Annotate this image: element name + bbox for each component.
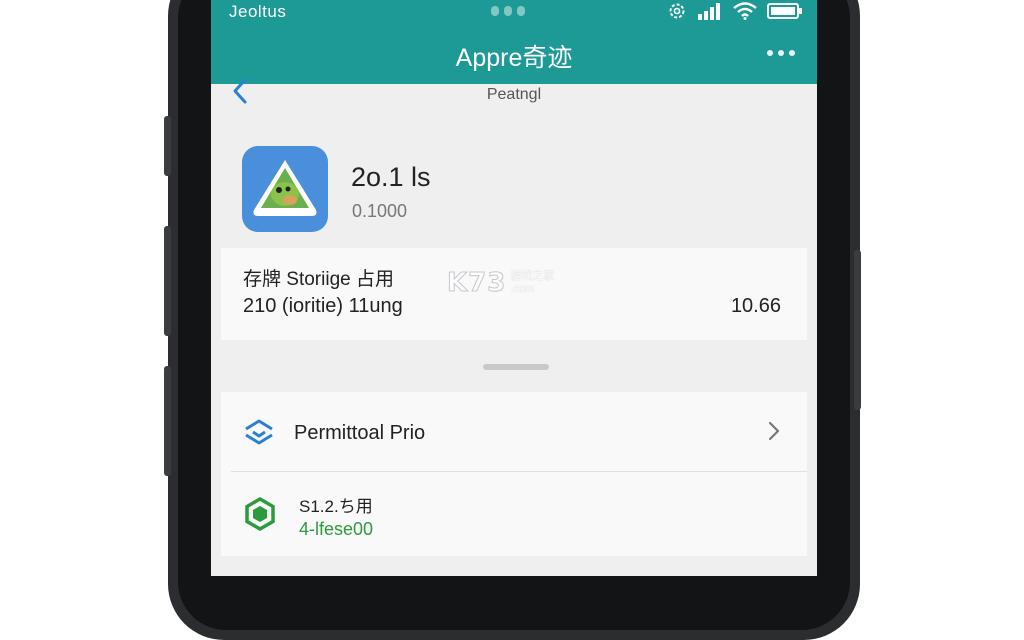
chevron-right-icon (768, 421, 780, 441)
phone-screen: Jeoltus Appre奇迹 Peatngl 2o.1 ls 0.1000 存… (211, 0, 817, 576)
list-divider (231, 471, 807, 472)
permissions-label: Permittoal Prio (294, 422, 426, 444)
status-carrier: Jeoltus (229, 2, 287, 21)
wifi-icon (733, 2, 757, 20)
list-item-permissions[interactable]: Permittoal Prio (221, 392, 807, 472)
volume-down-button-hw (164, 226, 171, 336)
usage-subtitle: 4-lfese00 (299, 519, 374, 539)
app-name: 2o.1 ls (351, 162, 431, 192)
signal-icon (698, 3, 720, 20)
storage-value: 10.66 (730, 295, 781, 317)
more-options-icon[interactable] (767, 50, 795, 56)
watermark: K73 游戏之家 .com (446, 268, 555, 299)
power-button-hw (854, 250, 861, 410)
app-version: 0.1000 (352, 201, 408, 221)
volume-up-button-hw (164, 116, 171, 176)
drag-handle[interactable] (483, 364, 549, 370)
bird-logo-icon (253, 160, 317, 216)
watermark-line1: 游戏之家 (510, 270, 555, 282)
battery-icon (767, 3, 802, 19)
page-subtitle: Peatngl (486, 86, 542, 103)
status-icons (667, 1, 803, 21)
settings-gear-icon (669, 3, 685, 19)
settings-list: Permittoal Prio S1.2.ち用 4-lfese00 (221, 392, 807, 556)
app-icon (242, 146, 328, 232)
watermark-logo: K73 (446, 268, 507, 299)
watermark-line2: .com (510, 283, 535, 295)
front-camera-icon (491, 6, 525, 16)
green-hexagon-icon (245, 497, 275, 531)
storage-title: 存牌 Storiige 占用 (243, 269, 394, 290)
usage-title: S1.2.ち用 (299, 497, 373, 516)
side-key-hw (164, 366, 171, 476)
shield-layers-icon (245, 419, 273, 445)
page-title: Appre奇迹 (455, 44, 573, 72)
app-header: Jeoltus Appre奇迹 (211, 0, 817, 84)
storage-detail: 210 (ioritie) 11ung (243, 295, 403, 317)
